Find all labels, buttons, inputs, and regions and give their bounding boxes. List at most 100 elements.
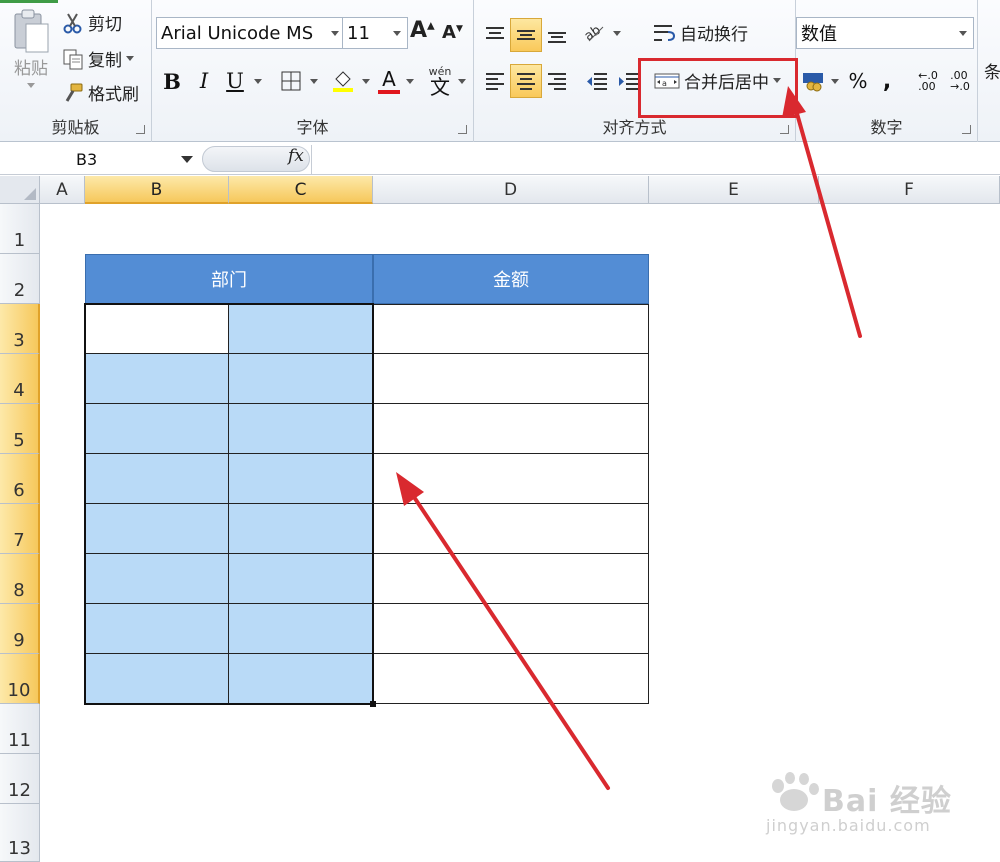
accounting-format-button[interactable] xyxy=(800,64,840,98)
number-group: 数值 % , ←.0.00 .00 →.0 数字 xyxy=(796,0,978,142)
font-color-button[interactable]: A xyxy=(374,64,404,98)
annotation-highlight-box xyxy=(638,58,798,118)
header-cell-dept[interactable]: 部门 xyxy=(85,254,373,304)
name-box-dropdown-icon[interactable] xyxy=(181,156,193,163)
row-header-11[interactable]: 11 xyxy=(0,704,40,754)
paint-bucket-icon xyxy=(333,71,353,92)
name-box-value: B3 xyxy=(76,149,98,169)
ribbon: 粘贴 剪切 复制 格式刷 剪贴板 Arial Unicode MS 11 A▲ … xyxy=(0,0,1000,142)
column-header-d[interactable]: D xyxy=(373,176,649,204)
font-size-value: 11 xyxy=(347,22,370,44)
row-header-6[interactable]: 6 xyxy=(0,454,40,504)
wrap-text-icon xyxy=(652,22,676,44)
decrease-decimal-button[interactable]: .00 →.0 xyxy=(946,64,974,98)
cell-d4[interactable] xyxy=(372,353,649,404)
clipboard-group-label: 剪贴板 xyxy=(51,118,100,137)
alignment-launcher-icon[interactable] xyxy=(780,125,789,134)
font-color-swatch xyxy=(378,89,400,94)
row-header-13[interactable]: 13 xyxy=(0,804,40,862)
grow-font-button[interactable]: A▲ xyxy=(410,18,435,43)
fill-color-button[interactable] xyxy=(328,64,358,98)
row-header-9[interactable]: 9 xyxy=(0,604,40,654)
number-format-dropdown-icon[interactable] xyxy=(959,31,967,36)
align-right-button[interactable] xyxy=(542,64,572,98)
align-top-button[interactable] xyxy=(480,18,510,52)
cut-button[interactable]: 剪切 xyxy=(62,10,122,35)
format-painter-button[interactable]: 格式刷 xyxy=(62,80,139,105)
paste-icon xyxy=(11,8,51,54)
borders-dropdown-icon[interactable] xyxy=(310,79,318,84)
align-top-icon xyxy=(486,27,504,39)
row-header-5[interactable]: 5 xyxy=(0,404,40,454)
phonetic-button[interactable]: wén 文 xyxy=(426,64,454,98)
cell-d3[interactable] xyxy=(372,304,649,354)
row-header-12[interactable]: 12 xyxy=(0,754,40,804)
paste-button[interactable]: 粘贴 xyxy=(6,8,56,98)
phonetic-dropdown-icon[interactable] xyxy=(458,79,466,84)
header-cell-amount[interactable]: 金额 xyxy=(373,254,649,304)
row-header-10[interactable]: 10 xyxy=(0,654,40,704)
orientation-button[interactable]: ab xyxy=(582,16,622,50)
align-middle-icon xyxy=(517,30,535,40)
italic-button[interactable]: I xyxy=(190,64,218,98)
align-center-icon xyxy=(517,73,535,90)
font-size-select[interactable]: 11 xyxy=(342,17,408,49)
font-color-dropdown-icon[interactable] xyxy=(406,79,414,84)
formula-input[interactable] xyxy=(311,145,1000,174)
phonetic-char-icon: 文 xyxy=(430,74,450,99)
conditional-format-partial-label[interactable]: 条 xyxy=(984,58,1000,83)
column-header-f[interactable]: F xyxy=(819,176,1000,204)
font-name-select[interactable]: Arial Unicode MS xyxy=(156,17,346,49)
bold-button[interactable]: B xyxy=(158,64,186,98)
fill-color-dropdown-icon[interactable] xyxy=(362,79,370,84)
shrink-font-icon: A▼ xyxy=(442,22,463,43)
decrease-indent-button[interactable] xyxy=(582,64,612,98)
wrap-text-label: 自动换行 xyxy=(680,25,748,45)
row-header-4[interactable]: 4 xyxy=(0,354,40,404)
copy-button[interactable]: 复制 xyxy=(62,46,134,71)
paste-dropdown-icon xyxy=(27,83,35,88)
increase-decimal-button[interactable]: ←.0.00 xyxy=(914,64,942,98)
font-launcher-icon[interactable] xyxy=(458,125,467,134)
comma-button[interactable]: , xyxy=(876,64,898,98)
underline-dropdown-icon[interactable] xyxy=(254,79,262,84)
cell-d6[interactable] xyxy=(372,453,649,504)
borders-icon xyxy=(281,71,301,91)
row-header-7[interactable]: 7 xyxy=(0,504,40,554)
align-bottom-button[interactable] xyxy=(542,18,572,52)
clipboard-launcher-icon[interactable] xyxy=(136,125,145,134)
align-center-button[interactable] xyxy=(510,64,542,98)
row-header-3[interactable]: 3 xyxy=(0,304,40,354)
column-header-e[interactable]: E xyxy=(649,176,819,204)
cell-d7[interactable] xyxy=(372,503,649,554)
underline-button[interactable]: U xyxy=(222,64,248,98)
font-group: Arial Unicode MS 11 A▲ A▼ B I U A wén 文 … xyxy=(152,0,474,142)
insert-function-icon[interactable]: fx xyxy=(288,146,304,166)
svg-text:ab: ab xyxy=(583,23,604,44)
number-format-select[interactable]: 数值 xyxy=(796,17,974,49)
column-header-a[interactable]: A xyxy=(40,176,85,204)
cell-d9[interactable] xyxy=(372,603,649,654)
cell-d5[interactable] xyxy=(372,403,649,454)
name-box[interactable]: B3 xyxy=(0,145,200,173)
number-launcher-icon[interactable] xyxy=(962,125,971,134)
row-header-1[interactable]: 1 xyxy=(0,204,40,254)
row-header-2[interactable]: 2 xyxy=(0,254,40,304)
cell-d10[interactable] xyxy=(372,653,649,704)
font-group-label: 字体 xyxy=(296,118,329,137)
align-left-button[interactable] xyxy=(480,64,510,98)
fill-handle[interactable] xyxy=(370,701,376,707)
column-header-c[interactable]: C xyxy=(229,176,373,204)
percent-button[interactable]: % xyxy=(844,64,872,98)
shrink-font-button[interactable]: A▼ xyxy=(442,22,463,43)
select-all-corner[interactable] xyxy=(0,176,40,204)
font-name-dropdown-icon xyxy=(331,31,339,36)
align-middle-button[interactable] xyxy=(510,18,542,52)
column-header-b[interactable]: B xyxy=(85,176,229,204)
baidu-paw-icon xyxy=(772,772,819,811)
cell-d8[interactable] xyxy=(372,553,649,604)
cut-label: 剪切 xyxy=(88,15,122,35)
wrap-text-button[interactable]: 自动换行 xyxy=(652,20,748,45)
borders-button[interactable] xyxy=(276,64,306,98)
row-header-8[interactable]: 8 xyxy=(0,554,40,604)
